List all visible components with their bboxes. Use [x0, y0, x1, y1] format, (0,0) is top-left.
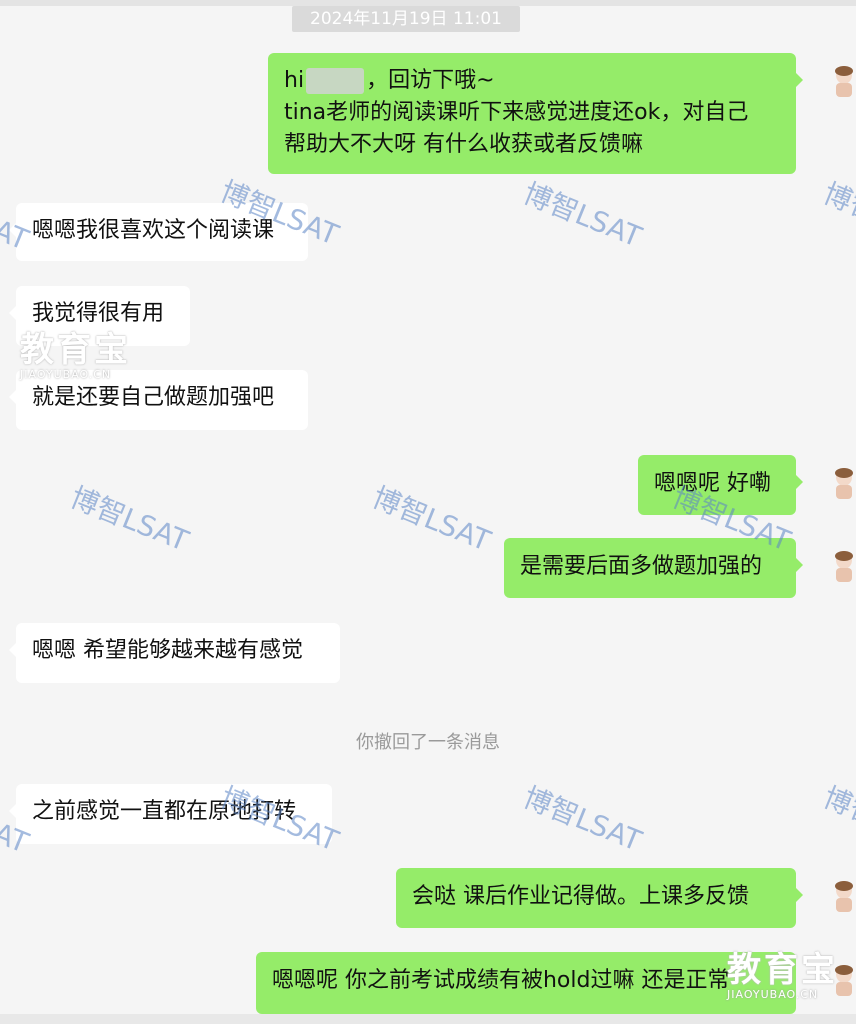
message-bubble-outgoing[interactable]: 会哒 课后作业记得做。上课多反馈 — [396, 868, 803, 928]
user-avatar[interactable] — [826, 465, 856, 499]
message-text: 嗯嗯呢 你之前考试成绩有被hold过嘛 还是正常 — [272, 968, 730, 993]
site-logo-watermark: 教育宝 JIAOYUBAO.CN — [20, 332, 131, 381]
redacted-name — [306, 68, 365, 94]
logo-name: 教育宝 — [727, 950, 838, 990]
watermark-text: 博智LSAT — [818, 176, 856, 254]
message-text: 嗯嗯我很喜欢这个阅读课 — [32, 218, 275, 243]
message-line: 帮助大不大呀 有什么收获或者反馈嘛 — [284, 132, 643, 157]
message-line: hi ，回访下哦~ — [284, 68, 495, 94]
user-avatar[interactable] — [826, 878, 856, 912]
message-text: 会哒 课后作业记得做。上课多反馈 — [412, 884, 749, 909]
watermark-text: 博智LSAT — [65, 480, 194, 558]
watermark-text: 博智LSAT — [518, 780, 647, 858]
message-bubble-outgoing[interactable]: 嗯嗯呢 你之前考试成绩有被hold过嘛 还是正常 — [256, 952, 796, 1014]
message-text: 嗯嗯 希望能够越来越有感觉 — [32, 638, 303, 663]
window-bottom-edge — [0, 1014, 856, 1024]
recalled-message-notice: 你撤回了一条消息 — [356, 732, 500, 753]
watermark-text: 博智LSAT — [818, 780, 856, 858]
message-bubble-incoming[interactable]: 嗯嗯 希望能够越来越有感觉 — [9, 623, 340, 683]
message-timestamp: 2024年11月19日 11:01 — [292, 6, 520, 32]
watermark-text: 博智LSAT — [367, 480, 496, 558]
watermark-text: 博智LSAT — [518, 176, 647, 254]
user-avatar[interactable] — [826, 63, 856, 97]
message-bubble-outgoing[interactable]: hi ，回访下哦~ tina老师的阅读课听下来感觉进度还ok，对自己 帮助大不大呀… — [268, 53, 803, 174]
message-line: tina老师的阅读课听下来感觉进度还ok，对自己 — [284, 100, 749, 125]
site-logo-watermark: 教育宝 JIAOYUBAO.CN — [727, 952, 838, 1001]
logo-name: 教育宝 — [20, 330, 131, 370]
user-avatar[interactable] — [826, 548, 856, 582]
message-text: 是需要后面多做题加强的 — [520, 554, 763, 579]
message-text: 就是还要自己做题加强吧 — [32, 385, 275, 410]
message-text: 我觉得很有用 — [32, 301, 165, 326]
